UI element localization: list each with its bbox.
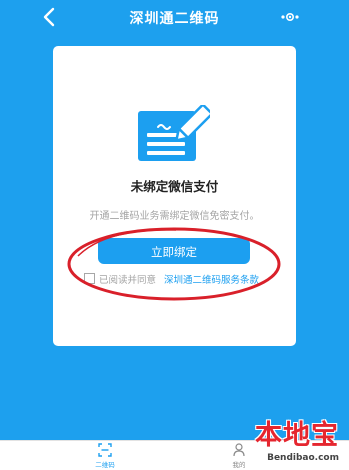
watermark-url: Bendibao.com (267, 453, 339, 463)
card-description: 开通二维码业务需绑定微信免密支付。 (89, 211, 260, 222)
card-title: 未绑定微信支付 (130, 179, 219, 194)
watermark-logo-text: 本地宝 (255, 420, 339, 451)
navbar: 深圳通二维码 (0, 0, 349, 34)
qrcode-scan-icon (98, 443, 112, 457)
red-annotation-oval (67, 227, 281, 301)
bendibao-watermark: 本地宝 Bendibao.com (205, 408, 345, 470)
tab-qrcode[interactable]: 二维码 (88, 440, 122, 470)
tab-qrcode-label: 二维码 (95, 461, 115, 469)
app-screen: 深圳通二维码 未绑定微信支付 开通二维码业务需绑定微信免密支付。 立即绑定 已阅… (0, 0, 349, 470)
more-dots-icon[interactable] (279, 10, 301, 24)
sign-document-pen-icon (138, 105, 210, 161)
